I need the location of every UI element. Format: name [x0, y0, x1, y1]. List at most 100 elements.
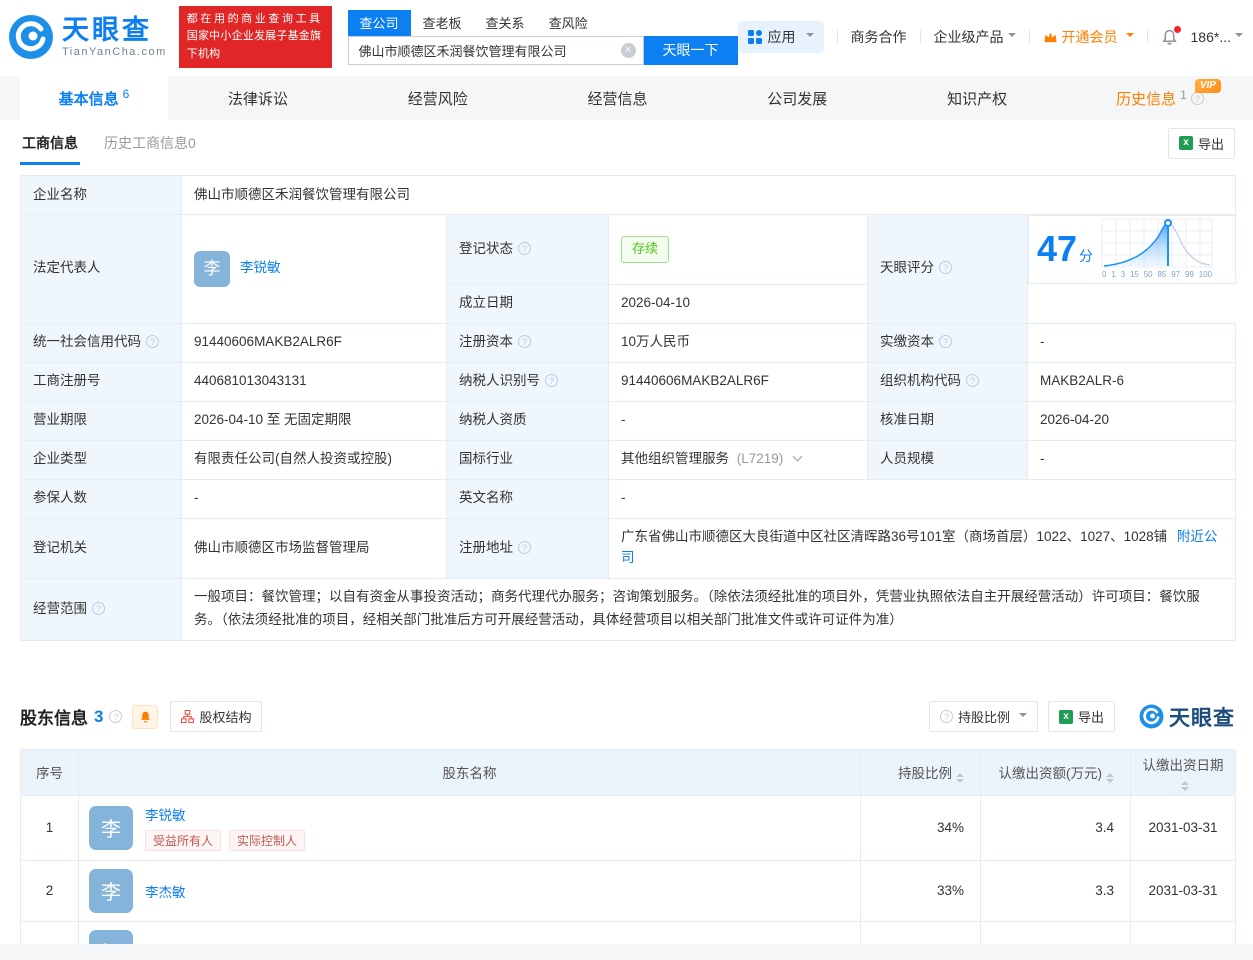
col-name: 股东名称: [79, 749, 861, 795]
sort-icon[interactable]: [1181, 781, 1189, 791]
help-icon: [940, 710, 953, 723]
help-icon[interactable]: [109, 710, 122, 723]
subtab-history-business-info[interactable]: 历史工商信息0: [104, 133, 196, 153]
avatar[interactable]: 李: [89, 806, 133, 850]
ratio-filter-button[interactable]: 持股比例: [929, 701, 1038, 732]
help-icon[interactable]: [939, 335, 952, 348]
address-cell: 广东省佛山市顺德区大良街道中区社区清晖路36号101室（商场首层）1022、10…: [609, 518, 1236, 578]
notification-bell-icon[interactable]: [1161, 29, 1178, 46]
help-icon[interactable]: [545, 374, 558, 387]
score-axis: 0131550859799100: [1101, 269, 1213, 281]
clear-search-icon[interactable]: [621, 43, 636, 58]
subtab-business-info[interactable]: 工商信息: [20, 121, 80, 165]
field-label: 注册地址: [447, 518, 609, 578]
field-label: 营业期限: [21, 401, 182, 440]
shareholder-link[interactable]: 李杰敏: [145, 881, 186, 901]
open-vip-link[interactable]: 开通会员: [1043, 27, 1134, 47]
org-code-value: MAKB2ALR-6: [1028, 362, 1236, 401]
slogan-line2: 国家中小企业发展子基金旗下机构: [187, 28, 324, 62]
field-label: 企业名称: [21, 176, 182, 215]
table-row: 2 李 李杰敏 33% 3.3 2031-03-31: [21, 860, 1236, 921]
tianyancha-logo[interactable]: 天眼查 TianYanCha.com: [8, 14, 167, 60]
field-label: 组织机构代码: [868, 362, 1028, 401]
equity-structure-button[interactable]: 股权结构: [170, 701, 262, 732]
taxpayer-qual-value: -: [609, 401, 868, 440]
tab-operating-info[interactable]: 经营信息: [528, 76, 708, 120]
search-tab-company[interactable]: 查公司: [348, 10, 411, 36]
paid-capital-value: -: [1028, 323, 1236, 362]
industry-code: (L7219): [737, 451, 784, 466]
company-name-value: 佛山市顺德区禾润餐饮管理有限公司: [182, 176, 1236, 215]
org-chart-icon: [181, 710, 194, 723]
chevron-down-icon: [1008, 33, 1016, 41]
expand-industry-icon[interactable]: [793, 452, 803, 462]
help-icon[interactable]: [146, 335, 159, 348]
help-icon[interactable]: [518, 541, 531, 554]
help-icon[interactable]: [939, 261, 952, 274]
tab-intellectual-property[interactable]: 知识产权: [887, 76, 1067, 120]
biz-term-value: 2026-04-10 至 无固定期限: [182, 401, 447, 440]
avatar[interactable]: 李: [89, 869, 133, 913]
legal-rep-link[interactable]: 李锐敏: [240, 258, 281, 279]
field-label: 参保人数: [21, 479, 182, 518]
business-cooperation-link[interactable]: 商务合作: [851, 27, 907, 47]
help-icon[interactable]: [92, 602, 105, 615]
tab-basic-info[interactable]: 基本信息6: [20, 76, 168, 120]
sort-icon[interactable]: [1106, 773, 1114, 783]
col-date: 认缴出资日期: [1131, 749, 1236, 795]
field-label: 注册资本: [447, 323, 609, 362]
industry-value: 其他组织管理服务: [621, 451, 729, 466]
industry-cell: 其他组织管理服务 (L7219): [609, 440, 868, 479]
tab-operating-risk[interactable]: 经营风险: [348, 76, 528, 120]
reg-status-cell: 存续: [609, 215, 868, 285]
field-label: 核准日期: [868, 401, 1028, 440]
status-badge: 存续: [621, 236, 669, 262]
search-input[interactable]: [348, 36, 644, 65]
tab-legal[interactable]: 法律诉讼: [168, 76, 348, 120]
score-distribution-chart: 0131550859799100: [1101, 218, 1213, 281]
field-label: 成立日期: [447, 284, 609, 323]
account-phone[interactable]: 186*...: [1191, 29, 1243, 45]
row-no: 1: [21, 795, 79, 860]
export-button[interactable]: 导出: [1168, 128, 1235, 159]
help-icon[interactable]: [518, 242, 531, 255]
uscc-value: 91440606MAKB2ALR6F: [182, 323, 447, 362]
tianyancha-logo-icon: [8, 14, 54, 60]
search-tab-boss[interactable]: 查老板: [411, 10, 474, 36]
shareholders-header: 股东信息 3 股权结构 持股比例 导出: [20, 701, 1235, 733]
page-header: 天眼查 TianYanCha.com 都在用的商业查询工具 国家中小企业发展子基…: [0, 0, 1253, 70]
apps-menu[interactable]: 应用: [738, 21, 824, 53]
chevron-down-icon: [1235, 33, 1243, 41]
search-tab-risk[interactable]: 查风险: [537, 10, 600, 36]
field-label: 纳税人识别号: [447, 362, 609, 401]
score-value: 47: [1037, 228, 1077, 269]
field-label: 法定代表人: [21, 215, 182, 324]
sort-icon[interactable]: [956, 773, 964, 783]
search-button[interactable]: 天眼一下: [644, 36, 738, 65]
help-icon[interactable]: [518, 335, 531, 348]
help-icon[interactable]: [1191, 92, 1204, 105]
shareholder-link[interactable]: 李锐敏: [145, 804, 305, 824]
avatar[interactable]: 李: [194, 251, 230, 287]
business-scope-value: 一般项目：餐饮管理；以自有资金从事投资活动；商务代理代办服务；咨询策划服务。（除…: [182, 578, 1236, 640]
field-label: 纳税人资质: [447, 401, 609, 440]
footer-strip: [0, 944, 1253, 960]
monitor-bell-button[interactable]: [132, 705, 158, 729]
export-shareholders-button[interactable]: 导出: [1048, 701, 1115, 732]
taxpayer-id-value: 91440606MAKB2ALR6F: [609, 362, 868, 401]
table-row: 1 李 李锐敏 受益所有人 实际控制人 34% 3.4 2031-03-31: [21, 795, 1236, 860]
score-cell[interactable]: 47分: [1028, 215, 1236, 284]
tab-history-info[interactable]: VIP 历史信息1: [1067, 76, 1253, 120]
search-tab-relation[interactable]: 查关系: [474, 10, 537, 36]
bell-icon: [139, 710, 152, 724]
field-label: 实缴资本: [868, 323, 1028, 362]
amount-value: 3.4: [981, 795, 1131, 860]
shareholders-count: 3: [94, 707, 103, 727]
help-icon[interactable]: [966, 374, 979, 387]
enterprise-products-link[interactable]: 企业级产品: [934, 27, 1016, 47]
slogan-banner: 都在用的商业查询工具 国家中小企业发展子基金旗下机构: [179, 6, 332, 67]
chevron-down-icon: [1126, 33, 1134, 41]
tab-company-development[interactable]: 公司发展: [707, 76, 887, 120]
staff-size-value: -: [1028, 440, 1236, 479]
field-label: 人员规模: [868, 440, 1028, 479]
